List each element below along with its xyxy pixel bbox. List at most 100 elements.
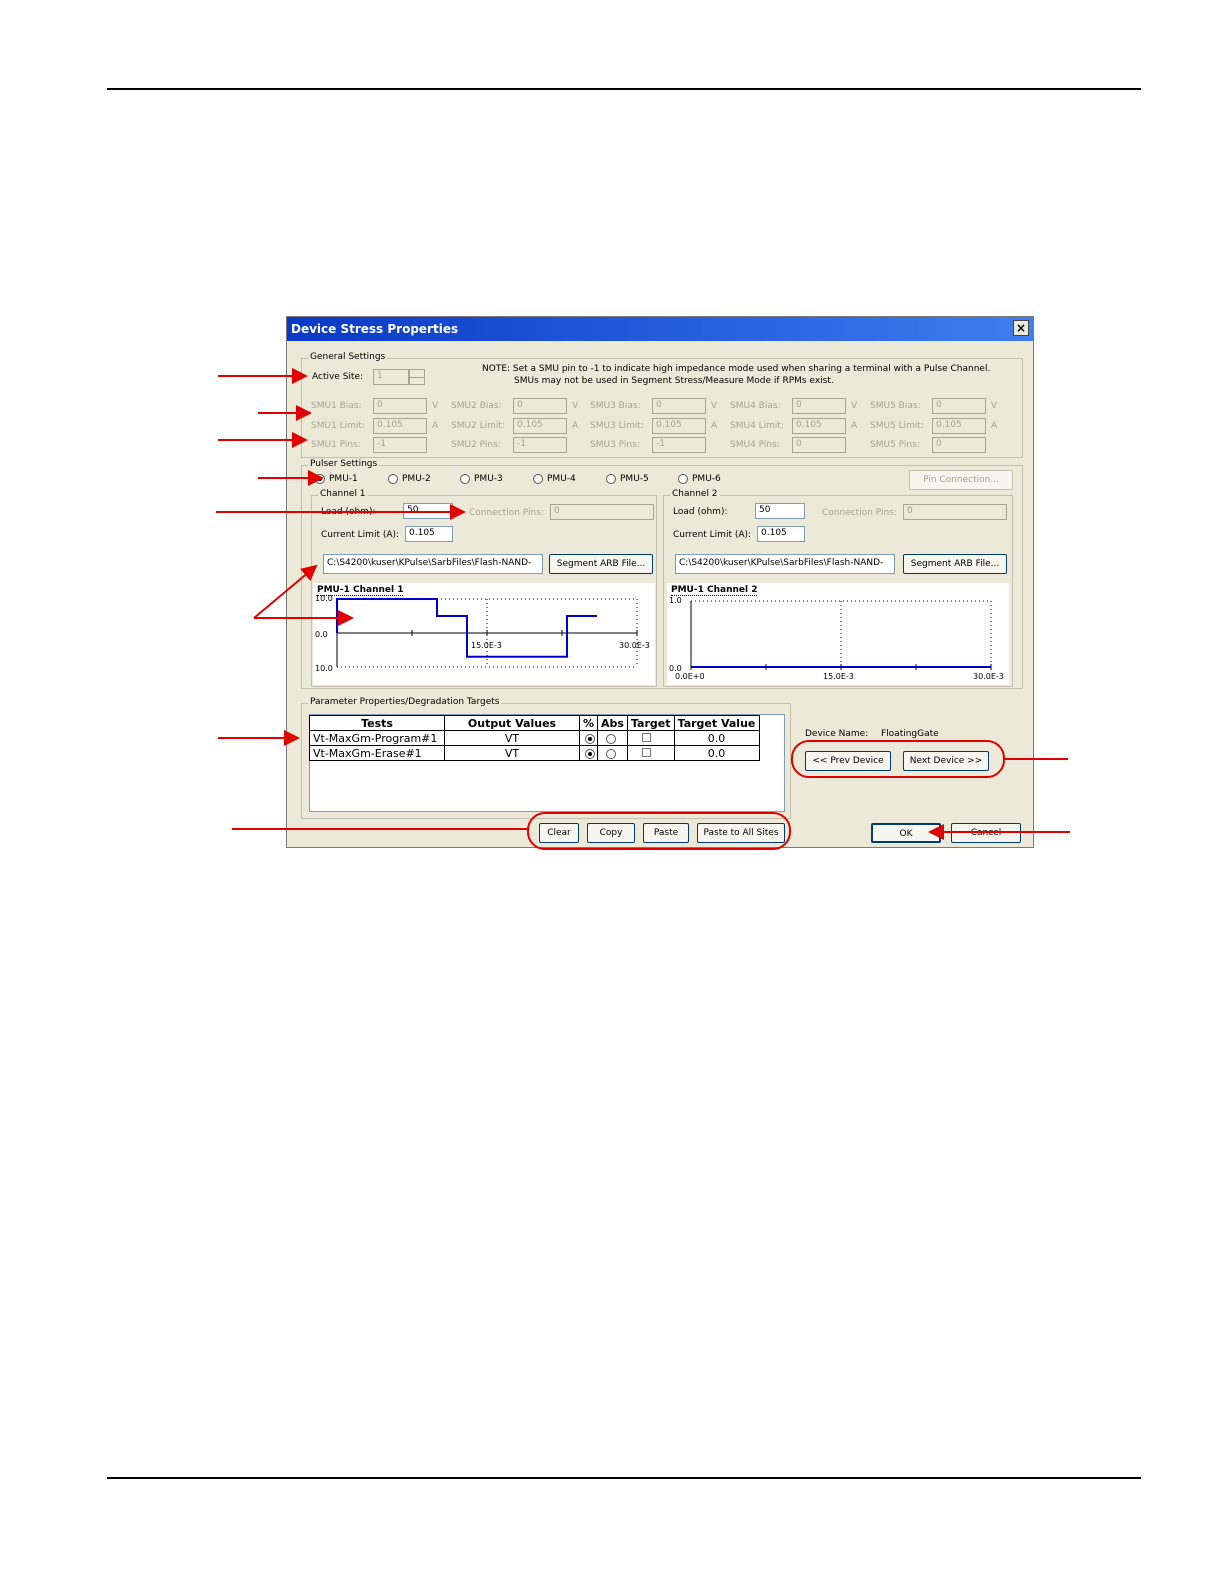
note-line-2: SMUs may not be used in Segment Stress/M… — [514, 376, 834, 386]
pmu6-radio[interactable] — [678, 474, 688, 484]
ch2-load-field[interactable]: 50 — [755, 503, 805, 519]
smu5-bias-field[interactable]: 0 — [932, 398, 986, 414]
copy-paste-highlight — [527, 812, 791, 850]
ok-button[interactable]: OK — [871, 823, 941, 843]
smu4-bias-field[interactable]: 0 — [792, 398, 846, 414]
smu4-limit-field[interactable]: 0.105 — [792, 418, 846, 434]
ch2-arb-file-path[interactable]: C:\S4200\kuser\KPulse\SarbFiles\Flash-NA… — [675, 554, 895, 574]
smu4-limit-label: SMU4 Limit: — [730, 421, 784, 431]
header-tests: Tests — [309, 715, 445, 731]
smu2-bias-unit: V — [572, 401, 579, 411]
cell-target-value[interactable]: 0.0 — [673, 745, 760, 761]
ch2-connection-pins-field[interactable]: 0 — [903, 504, 1007, 520]
header-target: Target — [626, 715, 675, 731]
target-checkbox[interactable] — [641, 733, 651, 742]
pmu4-radio[interactable] — [533, 474, 543, 484]
ch1-current-limit-label: Current Limit (A): — [321, 530, 400, 540]
pmu5-radio[interactable] — [606, 474, 616, 484]
dialog-title: Device Stress Properties — [291, 322, 459, 336]
top-rule — [107, 88, 1141, 90]
parameter-table: Tests Output Values % Abs Target Target … — [309, 715, 760, 761]
ch2-chart: PMU-1 Channel 2 1.0 0.0 0.0E+0 15.0E-3 30.0E… — [667, 583, 1009, 685]
smu5-pins-label: SMU5 Pins: — [870, 440, 920, 450]
active-site-field[interactable]: 1 — [373, 369, 409, 385]
smu1-pins-label: SMU1 Pins: — [311, 440, 361, 450]
pin-connection-button[interactable]: Pin Connection... — [909, 470, 1013, 490]
cell-output[interactable]: VT — [444, 730, 580, 746]
smu5-bias-unit: V — [991, 401, 998, 411]
smu2-limit-unit: A — [572, 421, 579, 431]
smu5-limit-unit: A — [991, 421, 998, 431]
abs-radio[interactable] — [606, 734, 617, 744]
target-checkbox[interactable] — [641, 748, 651, 757]
smu1-pins-field[interactable]: -1 — [373, 437, 427, 453]
smu3-pins-field[interactable]: -1 — [652, 437, 706, 453]
smu5-limit-label: SMU5 Limit: — [870, 421, 924, 431]
smu2-pins-field[interactable]: -1 — [513, 437, 567, 453]
smu3-limit-unit: A — [711, 421, 718, 431]
smu1-bias-field[interactable]: 0 — [373, 398, 427, 414]
smu5-pins-field[interactable]: 0 — [932, 437, 986, 453]
smu3-bias-unit: V — [711, 401, 718, 411]
table-row[interactable]: Vt-MaxGm-Erase#1 VT 0.0 — [309, 745, 760, 761]
percent-radio[interactable] — [585, 734, 595, 744]
cell-test[interactable]: Vt-MaxGm-Program#1 — [309, 730, 445, 746]
cell-target[interactable] — [626, 745, 675, 761]
cell-target[interactable] — [626, 730, 675, 746]
smu2-limit-field[interactable]: 0.105 — [513, 418, 567, 434]
cancel-button[interactable]: Cancel — [951, 823, 1021, 843]
device-name-label: Device Name: — [805, 729, 869, 739]
ch2-load-label: Load (ohm): — [673, 507, 728, 517]
smu1-limit-field[interactable]: 0.105 — [373, 418, 427, 434]
cell-test[interactable]: Vt-MaxGm-Erase#1 — [309, 745, 445, 761]
ch1-load-field[interactable]: 50 — [403, 503, 453, 519]
smu5-limit-field[interactable]: 0.105 — [932, 418, 986, 434]
pmu1-radio[interactable] — [315, 474, 325, 484]
ch2-segment-arb-button[interactable]: Segment ARB File... — [903, 554, 1007, 574]
close-icon[interactable]: × — [1013, 320, 1029, 336]
cell-abs[interactable] — [597, 745, 628, 761]
pmu2-label[interactable]: PMU-2 — [402, 474, 431, 484]
smu1-limit-label: SMU1 Limit: — [311, 421, 365, 431]
ch2-current-limit-label: Current Limit (A): — [673, 530, 752, 540]
header-abs: Abs — [597, 715, 628, 731]
header-output-values: Output Values — [444, 715, 580, 731]
cell-output[interactable]: VT — [444, 745, 580, 761]
channel-2-label: Channel 2 — [670, 489, 720, 499]
ch1-current-limit-field[interactable]: 0.105 — [405, 526, 453, 542]
ch1-chart: PMU-1 Channel 1 10.0 0.0 10.0 15.0E-3 30.0E-… — [313, 583, 655, 685]
pmu1-label[interactable]: PMU-1 — [329, 474, 358, 484]
active-site-spinner[interactable] — [409, 369, 425, 385]
cell-percent[interactable] — [578, 745, 599, 761]
cell-abs[interactable] — [597, 730, 628, 746]
ch1-segment-arb-button[interactable]: Segment ARB File... — [549, 554, 653, 574]
smu3-bias-field[interactable]: 0 — [652, 398, 706, 414]
cell-percent[interactable] — [578, 730, 599, 746]
smu2-bias-field[interactable]: 0 — [513, 398, 567, 414]
y-tick-label: 1.0 — [669, 596, 682, 605]
smu4-pins-field[interactable]: 0 — [792, 437, 846, 453]
smu3-limit-field[interactable]: 0.105 — [652, 418, 706, 434]
cell-target-value[interactable]: 0.0 — [673, 730, 760, 746]
pmu2-radio[interactable] — [388, 474, 398, 484]
abs-radio[interactable] — [606, 749, 617, 759]
header-target-value: Target Value — [673, 715, 760, 731]
general-settings-label: General Settings — [308, 352, 388, 362]
table-row[interactable]: Vt-MaxGm-Program#1 VT 0.0 — [309, 730, 760, 746]
pmu3-label[interactable]: PMU-3 — [474, 474, 503, 484]
pmu6-label[interactable]: PMU-6 — [692, 474, 721, 484]
smu1-bias-unit: V — [432, 401, 439, 411]
pmu4-label[interactable]: PMU-4 — [547, 474, 576, 484]
device-name-value: FloatingGate — [881, 729, 939, 739]
ch1-arb-file-path[interactable]: C:\S4200\kuser\KPulse\SarbFiles\Flash-NA… — [323, 554, 543, 574]
bottom-rule — [107, 1477, 1141, 1479]
note-line-1: NOTE: Set a SMU pin to -1 to indicate hi… — [482, 364, 991, 374]
ch1-chart-svg: 10.0 0.0 10.0 15.0E-3 30.0E-3 — [315, 594, 650, 673]
percent-radio[interactable] — [585, 749, 595, 759]
ch2-current-limit-field[interactable]: 0.105 — [757, 526, 805, 542]
ch1-connection-pins-field[interactable]: 0 — [550, 504, 654, 520]
pmu5-label[interactable]: PMU-5 — [620, 474, 649, 484]
parameter-properties-label: Parameter Properties/Degradation Targets — [308, 697, 502, 707]
smu2-pins-label: SMU2 Pins: — [451, 440, 501, 450]
pmu3-radio[interactable] — [460, 474, 470, 484]
